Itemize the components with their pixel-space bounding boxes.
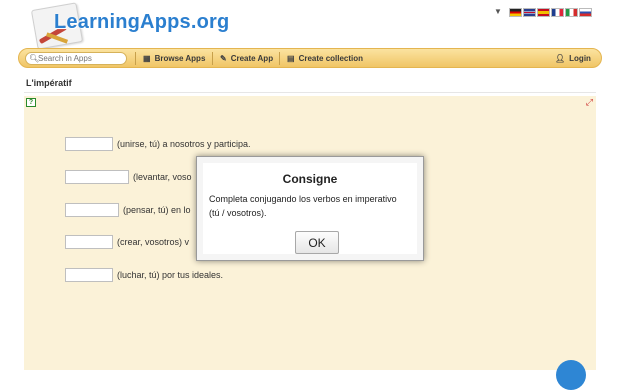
grid-icon: ▦ xyxy=(143,54,151,63)
exercise-row: (crear, vosotros) v xyxy=(65,235,189,249)
answer-input[interactable] xyxy=(65,137,113,151)
exercise-text: (crear, vosotros) v xyxy=(117,237,190,247)
exercise-text: (levantar, voso xyxy=(133,172,192,182)
nav-divider xyxy=(279,52,280,65)
nav-bar: 🔍︎ ▦ Browse Apps ✎ Create App ▤ Create c… xyxy=(18,48,602,68)
dialog-title: Consigne xyxy=(282,172,338,186)
exercise-text: (luchar, tú) por tus ideales. xyxy=(117,270,224,280)
exercise-row: (unirse, tú) a nosotros y participa. xyxy=(65,137,251,151)
dialog-text: Completa conjugando los verbos en impera… xyxy=(209,194,397,218)
flag-de-icon[interactable] xyxy=(508,7,522,17)
flag-ru-icon[interactable] xyxy=(578,7,592,17)
divider xyxy=(24,92,596,93)
create-collection-link[interactable]: ▤ Create collection xyxy=(287,53,363,64)
dialog-body: Consigne Completa conjugando los verbos … xyxy=(203,163,417,254)
flag-es-icon[interactable] xyxy=(536,7,550,17)
pencil-icon: ✎ xyxy=(220,54,227,63)
exercise-row: (levantar, voso xyxy=(65,170,192,184)
create-app-link[interactable]: ✎ Create App xyxy=(220,53,273,64)
login-label: Login xyxy=(569,54,591,63)
answer-input[interactable] xyxy=(65,268,113,282)
logo-text[interactable]: LearningApps.org xyxy=(54,11,229,34)
floating-action-button[interactable] xyxy=(556,360,586,390)
dropdown-arrow-icon[interactable]: ▼ xyxy=(494,7,502,17)
instruction-dialog: Consigne Completa conjugando los verbos … xyxy=(196,156,424,261)
flag-en-icon[interactable] xyxy=(522,7,536,17)
flag-it-icon[interactable] xyxy=(564,7,578,17)
create-app-label: Create App xyxy=(230,54,274,63)
user-icon: 👤︎ xyxy=(555,54,566,63)
exercise-row: (luchar, tú) por tus ideales. xyxy=(65,268,223,282)
nav-divider xyxy=(135,52,136,65)
collection-icon: ▤ xyxy=(287,54,295,63)
browse-apps-link[interactable]: ▦ Browse Apps xyxy=(143,53,205,64)
exercise-text: (pensar, tú) en lo xyxy=(123,205,191,215)
nav-divider xyxy=(212,52,213,65)
search-input[interactable] xyxy=(38,53,124,64)
exercise-text: (unirse, tú) a nosotros y participa. xyxy=(117,139,251,149)
search-box[interactable]: 🔍︎ xyxy=(25,52,127,65)
login-link[interactable]: 👤︎ Login xyxy=(555,53,591,64)
answer-input[interactable] xyxy=(65,203,119,217)
fullscreen-icon[interactable]: ⤢ xyxy=(586,97,593,108)
exercise-row: (pensar, tú) en lo xyxy=(65,203,191,217)
browse-apps-label: Browse Apps xyxy=(154,54,206,63)
language-selector[interactable]: ▼ xyxy=(494,7,592,17)
answer-input[interactable] xyxy=(65,170,129,184)
help-icon[interactable]: ? xyxy=(26,98,36,107)
ok-button[interactable]: OK xyxy=(295,231,339,254)
flag-fr-icon[interactable] xyxy=(550,7,564,17)
page-title: L'impératif xyxy=(26,78,72,88)
answer-input[interactable] xyxy=(65,235,113,249)
create-collection-label: Create collection xyxy=(298,54,364,63)
